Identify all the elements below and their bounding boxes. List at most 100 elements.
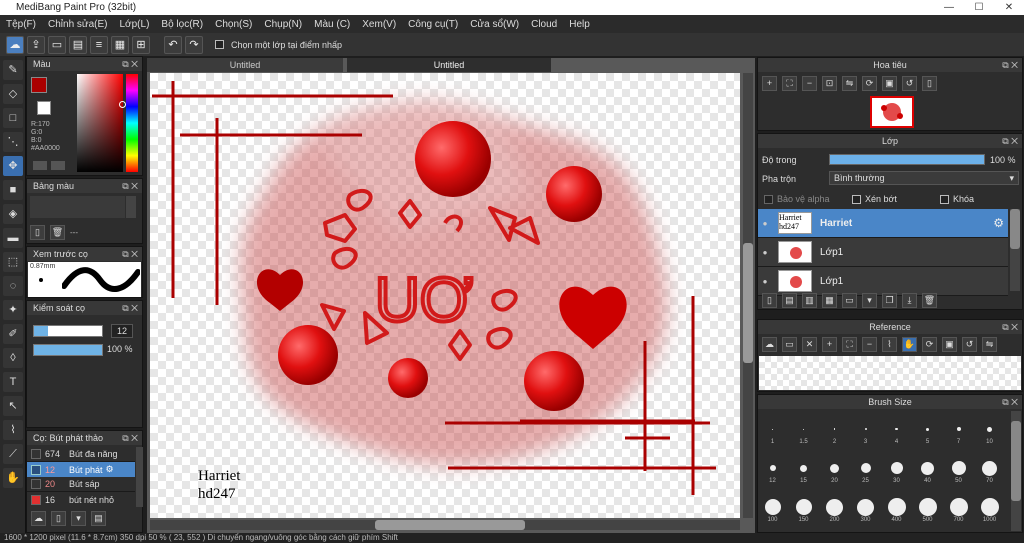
zoom-in-icon[interactable]: + <box>762 76 777 91</box>
menu-edit[interactable]: Chỉnh sửa(E) <box>42 19 114 30</box>
visibility-icon[interactable]: ● <box>758 219 772 228</box>
gear-icon[interactable]: ⚙ <box>106 464 114 475</box>
panel-close-icon[interactable]: ⧉ ✕ <box>122 179 138 193</box>
clipping-checkbox[interactable] <box>852 194 861 204</box>
brush-opacity-slider[interactable] <box>33 344 103 356</box>
lock-checkbox[interactable] <box>940 194 949 204</box>
menu-color[interactable]: Màu (C) <box>308 19 356 30</box>
cloud-ref-icon[interactable]: ☁ <box>762 337 777 352</box>
menu-tools[interactable]: Công cụ(T) <box>402 19 464 30</box>
brush-tool-icon[interactable]: ✎ <box>3 60 23 80</box>
color-sv-picker[interactable] <box>77 74 123 172</box>
reset-rotate-icon[interactable]: ↺ <box>902 76 917 91</box>
select-layer-checkbox[interactable] <box>215 40 224 49</box>
menu-file[interactable]: Tệp(F) <box>0 19 42 30</box>
flip-icon[interactable]: ⇋ <box>982 337 997 352</box>
list-item-selected[interactable]: 12 Bút phát ⚙ <box>27 462 135 477</box>
list-icon[interactable]: ≡ <box>90 35 108 54</box>
layer-row-selected[interactable]: ● Harriet hd247 Harriet ⚙ <box>758 209 1008 238</box>
delete-layer-icon[interactable]: 🗑 <box>922 293 937 308</box>
reset-rotate-icon[interactable]: ↺ <box>962 337 977 352</box>
layer-list-scrollbar[interactable] <box>1010 209 1020 291</box>
brush-size-option[interactable]: 25 <box>851 448 880 486</box>
brush-size-option[interactable]: 500 <box>913 487 942 525</box>
maximize-button[interactable]: ☐ <box>964 0 994 15</box>
brush-size-slider[interactable] <box>33 325 103 337</box>
eyedropper-tool-icon[interactable]: ⌇ <box>3 420 23 440</box>
new-layer-1bit-icon[interactable]: ▥ <box>802 293 817 308</box>
divide-tool-icon[interactable]: ⟋ <box>3 444 23 464</box>
brush-size-option[interactable]: 400 <box>882 487 911 525</box>
move-tool-icon[interactable]: ✥ <box>3 156 23 176</box>
redo-icon[interactable]: ↷ <box>185 35 203 54</box>
clipping-option[interactable]: Xén bớt <box>852 194 897 204</box>
fill-rect-tool-icon[interactable]: ■ <box>3 180 23 200</box>
main-color-swatch[interactable] <box>31 77 47 93</box>
menu-help[interactable]: Help <box>563 19 596 30</box>
new-folder-icon[interactable]: ▭ <box>842 293 857 308</box>
close-ref-icon[interactable]: ✕ <box>802 337 817 352</box>
visibility-icon[interactable]: ● <box>758 248 772 257</box>
panel-close-icon[interactable]: ⧉ ✕ <box>122 301 138 315</box>
color-swap-button[interactable] <box>51 161 65 170</box>
brush-list-scrollbar[interactable] <box>136 447 143 507</box>
rectangle-tool-icon[interactable]: □ <box>3 108 23 128</box>
tab-untitled-1[interactable]: Untitled <box>147 58 343 72</box>
brush-size-option[interactable]: 2 <box>820 409 849 447</box>
fit-window-icon[interactable]: ▣ <box>882 76 897 91</box>
new-palette-icon[interactable]: ▯ <box>30 225 45 240</box>
canvas-vscrollbar[interactable] <box>743 73 753 518</box>
brush-menu-icon[interactable]: ▾ <box>71 511 86 526</box>
select-rect-tool-icon[interactable]: ⬚ <box>3 252 23 272</box>
panel-close-icon[interactable]: ⧉ ✕ <box>1002 395 1018 409</box>
comment-icon[interactable]: ▭ <box>48 35 66 54</box>
delete-palette-icon[interactable]: 🗑 <box>50 225 65 240</box>
hue-slider[interactable] <box>126 74 138 172</box>
bucket-tool-icon[interactable]: ◈ <box>3 204 23 224</box>
eyedropper-icon[interactable]: ⌇ <box>882 337 897 352</box>
panel-close-icon[interactable]: ⧉ ✕ <box>1002 134 1018 148</box>
menu-layer[interactable]: Lớp(L) <box>114 19 156 30</box>
tiles-icon[interactable]: ⊞ <box>132 35 150 54</box>
hand-tool-icon[interactable]: ✋ <box>3 468 23 488</box>
layer-menu-icon[interactable]: ▾ <box>862 293 877 308</box>
brush-size-value[interactable]: 12 <box>111 324 133 338</box>
brush-size-option[interactable]: 12 <box>758 448 787 486</box>
lock-option[interactable]: Khóa <box>940 194 974 204</box>
select-pen-tool-icon[interactable]: ✐ <box>3 324 23 344</box>
palette-swatches[interactable] <box>30 196 125 218</box>
menu-select[interactable]: Chọn(S) <box>209 19 258 30</box>
gear-icon[interactable]: ⚙ <box>993 216 1004 230</box>
canvas-hscrollbar[interactable] <box>150 520 740 530</box>
brush-size-option[interactable]: 200 <box>820 487 849 525</box>
menu-view[interactable]: Xem(V) <box>356 19 402 30</box>
brush-size-scrollbar[interactable] <box>1011 411 1021 531</box>
brush-size-option[interactable]: 7 <box>944 409 973 447</box>
brush-size-option[interactable]: 150 <box>789 487 818 525</box>
menu-snap[interactable]: Chụp(N) <box>258 19 308 30</box>
new-layer-icon[interactable]: ▯ <box>762 293 777 308</box>
brush-size-option[interactable]: 700 <box>944 487 973 525</box>
tab-untitled-2[interactable]: Untitled <box>347 58 551 72</box>
list-item[interactable]: 20 Bút sáp <box>27 477 135 492</box>
rotate-icon[interactable]: ⟳ <box>862 76 877 91</box>
sub-color-swatch[interactable] <box>37 101 51 115</box>
visibility-icon[interactable]: ● <box>758 277 772 286</box>
brush-size-option[interactable]: 300 <box>851 487 880 525</box>
undo-icon[interactable]: ↶ <box>164 35 182 54</box>
new-halftone-layer-icon[interactable]: ▦ <box>822 293 837 308</box>
merge-layer-icon[interactable]: ⤓ <box>902 293 917 308</box>
brush-settings-icon[interactable]: ▤ <box>91 511 106 526</box>
zoom-in-icon[interactable]: + <box>822 337 837 352</box>
brush-size-option[interactable]: 70 <box>975 448 1004 486</box>
cloud-brush-icon[interactable]: ☁ <box>31 511 46 526</box>
brush-size-option[interactable]: 1 <box>758 409 787 447</box>
panel-close-icon[interactable]: ⧉ ✕ <box>1002 320 1018 334</box>
menu-window[interactable]: Cửa sổ(W) <box>464 19 525 30</box>
fit-icon[interactable]: ⛶ <box>782 76 797 91</box>
brush-size-option[interactable]: 15 <box>789 448 818 486</box>
hand-icon[interactable]: ✋ <box>902 337 917 352</box>
list-item[interactable]: 16 bút nét nhỏ <box>27 492 135 507</box>
brush-size-option[interactable]: 30 <box>882 448 911 486</box>
duplicate-layer-icon[interactable]: ❐ <box>882 293 897 308</box>
